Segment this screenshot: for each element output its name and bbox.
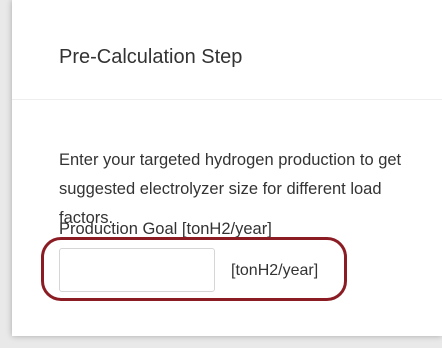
card-title: Pre-Calculation Step (59, 46, 243, 68)
card-header: Pre-Calculation Step (12, 0, 442, 100)
production-goal-unit: [tonH2/year] (231, 262, 319, 279)
pre-calculation-card: Pre-Calculation Step Enter your targeted… (12, 0, 442, 336)
production-goal-label: Production Goal [tonH2/year] (59, 220, 272, 238)
production-goal-input[interactable] (59, 248, 215, 292)
